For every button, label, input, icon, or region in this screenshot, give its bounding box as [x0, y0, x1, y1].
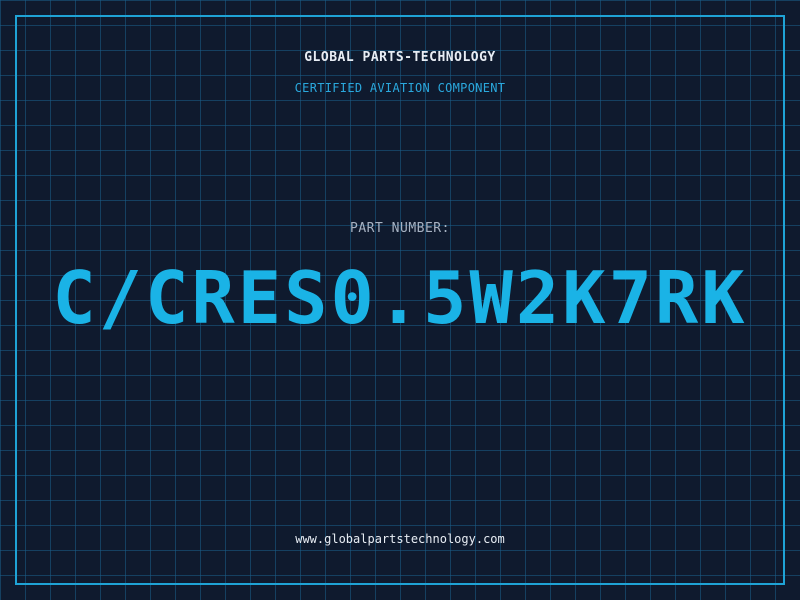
part-number-label: PART NUMBER: [350, 221, 450, 236]
company-name: GLOBAL PARTS-TECHNOLOGY [304, 50, 496, 65]
component-subtitle: CERTIFIED AVIATION COMPONENT [294, 81, 506, 95]
website-url: www.globalpartstechnology.com [295, 532, 505, 546]
part-number-value: C/CRES0.5W2K7RK [52, 256, 748, 340]
label-canvas: GLOBAL PARTS-TECHNOLOGY CERTIFIED AVIATI… [0, 0, 800, 600]
